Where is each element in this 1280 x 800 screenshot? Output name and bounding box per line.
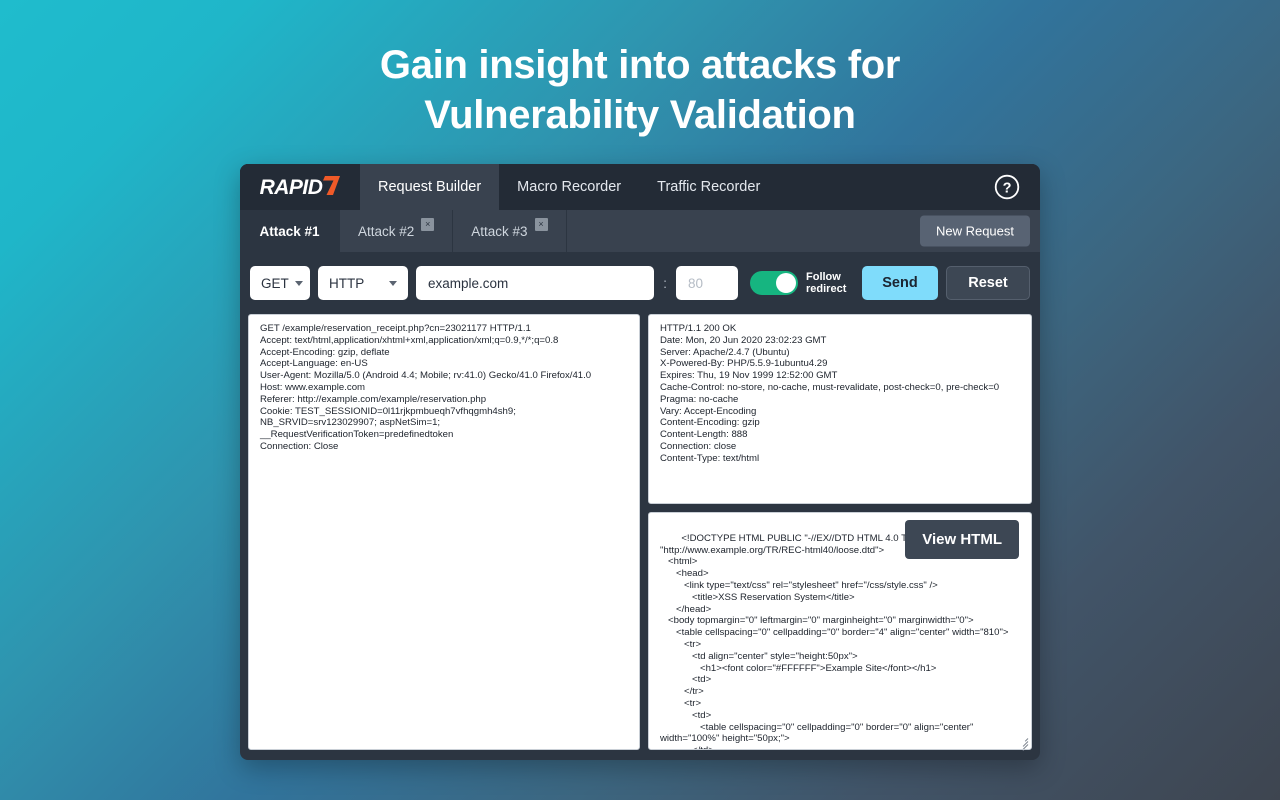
seven-glyph-icon bbox=[323, 175, 341, 195]
page-title-line-1: Gain insight into attacks for bbox=[379, 43, 901, 87]
send-button[interactable]: Send bbox=[862, 266, 938, 300]
attack-tab-2-close-icon[interactable]: × bbox=[421, 217, 435, 231]
attack-tab-3-label: Attack #3 bbox=[471, 223, 528, 239]
response-headers-textarea[interactable]: HTTP/1.1 200 OK Date: Mon, 20 Jun 2020 2… bbox=[648, 314, 1032, 504]
request-toolbar: GET HTTP : Follow redirect Send Reset bbox=[240, 252, 1040, 314]
request-column: GET /example/reservation_receipt.php?cn=… bbox=[248, 314, 1031, 751]
view-html-button[interactable]: View HTML bbox=[905, 520, 1019, 559]
help-button[interactable]: ? bbox=[994, 174, 1020, 200]
host-port-separator: : bbox=[663, 275, 667, 291]
logo-wordmark: RAPID bbox=[259, 175, 341, 199]
attack-tabstrip: Attack #1 Attack #2 × Attack #3 × New Re… bbox=[240, 210, 1040, 252]
logo-seven-mark bbox=[323, 175, 341, 199]
hero-banner: Gain insight into attacks for Vulnerabil… bbox=[0, 0, 1280, 140]
attack-tab-3[interactable]: Attack #3 × bbox=[453, 210, 567, 252]
toggle-knob bbox=[776, 273, 796, 293]
attack-tab-2-label: Attack #2 bbox=[358, 223, 415, 239]
page-title: Gain insight into attacks for Vulnerabil… bbox=[0, 40, 1280, 140]
rapid7-logo: RAPID bbox=[240, 164, 360, 210]
nav-tab-macro-recorder-label: Macro Recorder bbox=[517, 179, 622, 195]
attack-tab-3-close-icon[interactable]: × bbox=[534, 217, 548, 231]
page-title-line-2: Vulnerability Validation bbox=[424, 93, 856, 137]
response-body-textarea[interactable]: <!DOCTYPE HTML PUBLIC "-//EX//DTD HTML 4… bbox=[648, 512, 1032, 750]
response-body-resize-handle-icon[interactable] bbox=[1017, 736, 1029, 749]
http-method-select[interactable]: GET bbox=[250, 266, 310, 300]
response-body-text: <!DOCTYPE HTML PUBLIC "-//EX//DTD HTML 4… bbox=[660, 532, 1009, 749]
protocol-value: HTTP bbox=[329, 275, 365, 291]
follow-redirect-label: Follow redirect bbox=[806, 271, 847, 295]
nav-tab-request-builder[interactable]: Request Builder bbox=[360, 164, 500, 210]
question-circle-icon: ? bbox=[994, 174, 1020, 200]
attack-tab-1-label: Attack #1 bbox=[259, 223, 320, 239]
url-input[interactable] bbox=[416, 266, 655, 300]
chevron-down-icon bbox=[389, 280, 397, 286]
app-window: RAPID Request Builder Macro Recorder Tra… bbox=[240, 164, 1040, 760]
response-column: HTTP/1.1 200 OK Date: Mon, 20 Jun 2020 2… bbox=[648, 314, 1032, 750]
port-input[interactable] bbox=[676, 266, 738, 300]
app-topbar: RAPID Request Builder Macro Recorder Tra… bbox=[240, 164, 1040, 210]
reset-button[interactable]: Reset bbox=[946, 266, 1030, 300]
request-textarea[interactable]: GET /example/reservation_receipt.php?cn=… bbox=[248, 314, 640, 750]
logo-text: RAPID bbox=[259, 175, 323, 199]
nav-tab-request-builder-label: Request Builder bbox=[378, 179, 482, 195]
nav-tab-traffic-recorder-label: Traffic Recorder bbox=[657, 179, 761, 195]
protocol-select[interactable]: HTTP bbox=[318, 266, 408, 300]
new-request-button[interactable]: New Request bbox=[919, 215, 1030, 247]
chevron-down-icon bbox=[294, 280, 303, 286]
attack-tab-2[interactable]: Attack #2 × bbox=[340, 210, 454, 252]
svg-text:?: ? bbox=[1003, 180, 1012, 196]
follow-redirect-toggle[interactable] bbox=[750, 271, 798, 295]
nav-tab-macro-recorder[interactable]: Macro Recorder bbox=[499, 164, 639, 210]
http-method-value: GET bbox=[261, 275, 289, 291]
attack-tab-1[interactable]: Attack #1 bbox=[240, 210, 340, 252]
nav-tab-traffic-recorder[interactable]: Traffic Recorder bbox=[639, 164, 778, 210]
request-response-panels: GET /example/reservation_receipt.php?cn=… bbox=[240, 314, 1040, 760]
